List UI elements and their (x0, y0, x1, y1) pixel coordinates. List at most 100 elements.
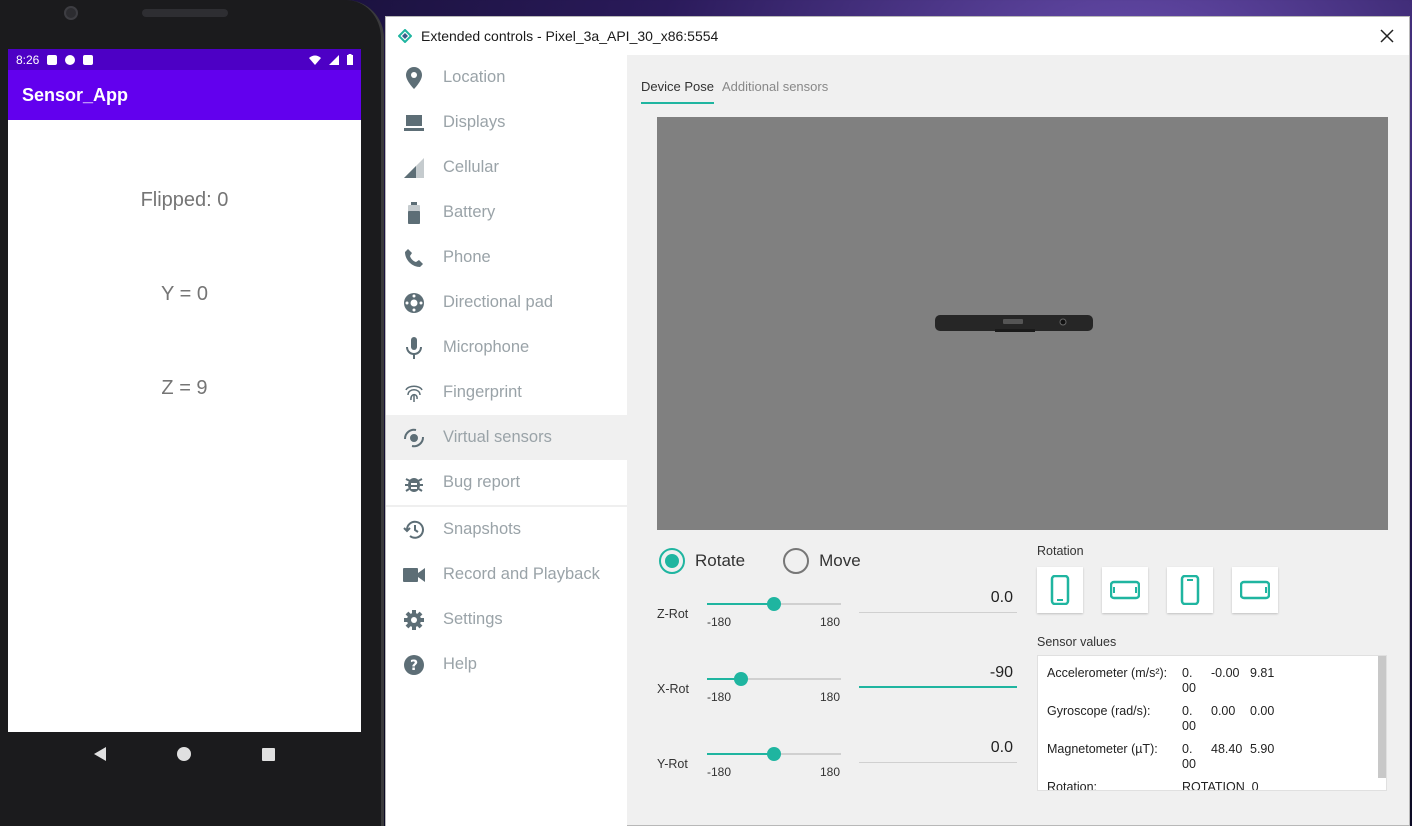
x-rot-max-label: 180 (820, 690, 841, 704)
z-rot-value-field[interactable]: 0.0 (859, 589, 1017, 613)
accelerometer-x: 0. (1182, 666, 1193, 680)
nav-home-icon[interactable] (176, 747, 191, 761)
location-pin-icon (402, 66, 426, 90)
sidebar-item-record-and-playback[interactable]: Record and Playback (386, 552, 627, 597)
tab-bar: Device Pose Additional sensors (641, 79, 828, 104)
move-radio[interactable] (783, 548, 810, 574)
rotate-landscape-button[interactable] (1102, 567, 1148, 613)
sensor-values-panel[interactable]: Accelerometer (m/s²): 0. 00 -0.00 9.81 G… (1037, 655, 1387, 791)
y-rot-slider-fill (707, 753, 774, 755)
reverse-portrait-icon (1180, 575, 1200, 605)
emulator-phone-frame: 8:26 Sensor_App Flipped: 0 Y = 0 Z = 9 (0, 0, 384, 826)
emulator-logo-icon (398, 29, 412, 43)
tab-additional-sensors[interactable]: Additional sensors (722, 79, 828, 104)
battery-icon (402, 201, 426, 225)
video-camera-icon (402, 563, 426, 587)
flipped-readout: Flipped: 0 (140, 189, 229, 211)
x-rot-slider-thumb[interactable] (733, 672, 748, 686)
y-readout: Y = 0 (161, 283, 208, 305)
sidebar-item-snapshots[interactable]: Snapshots (386, 507, 627, 552)
app-title: Sensor_App (22, 84, 129, 105)
device-3d-model (935, 315, 1093, 332)
rotation-buttons (1037, 567, 1278, 613)
accelerometer-x-cont: 00 (1182, 681, 1196, 695)
cell-signal-icon (329, 54, 339, 65)
dpad-icon (402, 291, 426, 315)
front-camera (64, 6, 78, 20)
window-titlebar: Extended controls - Pixel_3a_API_30_x86:… (386, 17, 1409, 55)
magnetometer-x-cont: 00 (1182, 757, 1196, 771)
wifi-icon (309, 55, 321, 65)
portrait-icon (1050, 575, 1070, 605)
x-rot-slider[interactable] (707, 672, 841, 686)
y-rot-label: Y-Rot (657, 757, 688, 771)
extended-controls-window: Extended controls - Pixel_3a_API_30_x86:… (385, 16, 1410, 826)
close-button[interactable] (1365, 17, 1409, 55)
rotate-radio[interactable] (659, 548, 685, 574)
sensor-values-label: Sensor values (1037, 635, 1117, 649)
sidebar-item-location[interactable]: Location (386, 55, 627, 100)
tab-device-pose[interactable]: Device Pose (641, 79, 714, 104)
battery-status-icon (347, 54, 353, 65)
sidebar-item-microphone[interactable]: Microphone (386, 325, 627, 370)
notification-a-icon (47, 54, 58, 65)
navigation-bar (8, 732, 361, 776)
device-pose-3d-view[interactable] (657, 117, 1388, 530)
y-rot-min-label: -180 (707, 765, 732, 779)
virtual-sensors-panel: Device Pose Additional sensors Rotate Mo… (627, 55, 1409, 826)
rotation-label: Rotation (1037, 544, 1084, 558)
y-rot-control: Y-Rot -180 180 0.0 (657, 739, 1017, 799)
mode-radio-group: Rotate Move (659, 548, 861, 574)
app-bar: Sensor_App (8, 70, 361, 120)
y-rot-slider[interactable] (707, 747, 841, 761)
microphone-icon (402, 336, 426, 360)
sidebar-item-fingerprint[interactable]: Fingerprint (386, 370, 627, 415)
sidebar-item-bug-report[interactable]: Bug report (386, 460, 627, 505)
sidebar-item-settings[interactable]: Settings (386, 597, 627, 642)
cellular-signal-icon (402, 156, 426, 180)
magnetometer-x: 0. (1182, 742, 1193, 756)
accelerometer-name: Accelerometer (m/s²): (1047, 666, 1168, 680)
nav-back-icon[interactable] (93, 747, 106, 761)
rotate-reverse-landscape-button[interactable] (1232, 567, 1278, 613)
fingerprint-icon (402, 381, 426, 405)
y-rot-value-field[interactable]: 0.0 (859, 739, 1017, 763)
z-rot-max-label: 180 (820, 615, 841, 629)
sidebar-item-directional-pad[interactable]: Directional pad (386, 280, 627, 325)
gyroscope-z: 0.00 (1250, 704, 1275, 718)
status-time: 8:26 (16, 52, 40, 67)
rotate-portrait-button[interactable] (1037, 567, 1083, 613)
phone-screen[interactable]: 8:26 Sensor_App Flipped: 0 Y = 0 Z = 9 (8, 49, 361, 732)
x-rot-control: X-Rot -180 180 -90 (657, 664, 1017, 724)
display-icon (402, 111, 426, 135)
sidebar-item-cellular[interactable]: Cellular (386, 145, 627, 190)
history-icon (402, 518, 426, 542)
x-rot-value-field[interactable]: -90 (859, 664, 1017, 688)
sidebar: Location Displays Cellular Battery Phone (386, 55, 627, 826)
y-rot-slider-thumb[interactable] (767, 747, 781, 761)
sensor-values-scrollbar[interactable] (1378, 656, 1386, 778)
bug-icon (402, 471, 426, 495)
z-rot-slider[interactable] (707, 597, 841, 611)
sidebar-item-help[interactable]: ? Help (386, 642, 627, 687)
help-icon: ? (402, 653, 426, 677)
sidebar-item-battery[interactable]: Battery (386, 190, 627, 235)
z-rot-control: Z-Rot -180 180 0.0 (657, 589, 1017, 649)
sidebar-item-virtual-sensors[interactable]: Virtual sensors (386, 415, 627, 460)
z-rot-slider-thumb[interactable] (767, 597, 781, 611)
rotate-reverse-portrait-button[interactable] (1167, 567, 1213, 613)
rotate-label: Rotate (695, 551, 746, 570)
landscape-icon (1110, 580, 1140, 600)
nav-recents-icon[interactable] (262, 747, 276, 761)
accelerometer-y: -0.00 (1211, 666, 1240, 680)
z-rot-label: Z-Rot (657, 607, 689, 621)
x-rot-label: X-Rot (657, 682, 689, 696)
gyroscope-x-cont: 00 (1182, 719, 1196, 733)
sidebar-item-phone[interactable]: Phone (386, 235, 627, 280)
sidebar-item-displays[interactable]: Displays (386, 100, 627, 145)
accelerometer-z: 9.81 (1250, 666, 1275, 680)
rotation-name: Rotation: (1047, 780, 1098, 791)
notification-play-icon (65, 54, 76, 65)
z-readout: Z = 9 (161, 377, 208, 399)
magnetometer-z: 5.90 (1250, 742, 1275, 756)
